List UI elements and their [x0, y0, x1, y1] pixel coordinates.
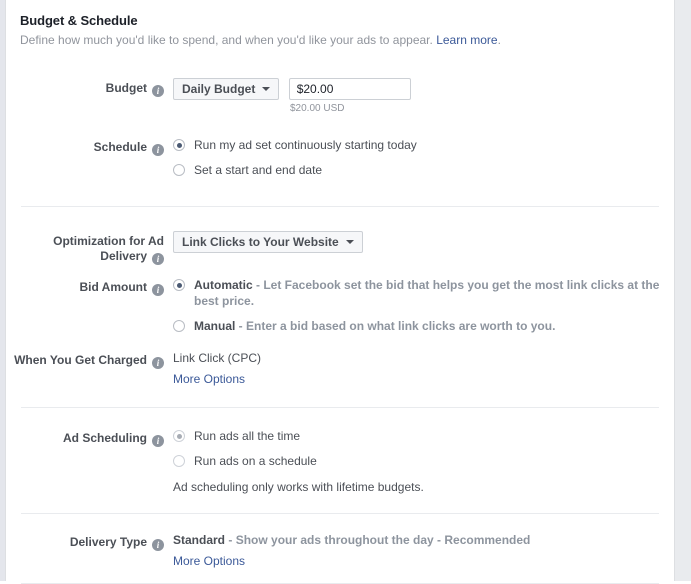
optimization-select-value: Link Clicks to Your Website — [182, 235, 339, 249]
schedule-option-start-end[interactable]: Set a start and end date — [173, 162, 674, 178]
bid-option-name: Automatic — [194, 278, 253, 292]
when-charged-value: Link Click (CPC) — [173, 351, 262, 365]
budget-label: Budget i — [6, 78, 164, 97]
optimization-label-line2: Delivery — [100, 249, 147, 263]
right-rail-border — [674, 0, 675, 581]
panel-content: Budget & Schedule Define how much you'd … — [6, 0, 674, 584]
bid-amount-field: Automatic - Let Facebook set the bid tha… — [164, 277, 674, 334]
bid-option-description: Let Facebook set the bid that helps you … — [194, 278, 660, 308]
info-icon[interactable]: i — [152, 253, 164, 265]
when-charged-label-text: When You Get Charged — [14, 353, 147, 367]
page-subtitle: Define how much you'd like to spend, and… — [20, 33, 674, 48]
schedule-label-text: Schedule — [93, 140, 147, 154]
optimization-select[interactable]: Link Clicks to Your Website — [173, 231, 363, 253]
schedule-row: Schedule i Run my ad set continuously sta… — [6, 137, 674, 178]
ad-scheduling-option-all-time[interactable]: Run ads all the time — [173, 428, 674, 444]
optimization-label-line1: Optimization for Ad — [53, 234, 164, 248]
ad-scheduling-option-schedule[interactable]: Run ads on a schedule — [173, 453, 674, 469]
when-charged-label: When You Get Charged i — [6, 350, 164, 369]
bid-amount-label: Bid Amount i — [6, 277, 164, 296]
ad-scheduling-option-label: Run ads all the time — [194, 429, 301, 443]
bid-option-manual[interactable]: Manual - Enter a bid based on what link … — [173, 318, 674, 334]
page-title: Budget & Schedule — [20, 13, 138, 28]
chevron-down-icon — [262, 87, 271, 91]
schedule-label: Schedule i — [6, 137, 164, 156]
delivery-type-separator: - — [225, 533, 236, 547]
schedule-option-label: Set a start and end date — [194, 163, 323, 177]
delivery-type-value: Standard - Show your ads throughout the … — [173, 532, 674, 548]
budget-helper-text: $20.00 USD — [290, 103, 345, 114]
budget-type-select[interactable]: Daily Budget — [173, 78, 280, 100]
delivery-type-row: Delivery Type i Standard - Show your ads … — [6, 532, 674, 569]
page-subtitle-period: . — [497, 33, 501, 47]
bid-option-separator: - — [252, 278, 264, 292]
delivery-type-more-options-link[interactable]: More Options — [173, 553, 245, 569]
radio-button[interactable] — [173, 164, 185, 176]
schedule-option-label: Run my ad set continuously starting toda… — [194, 138, 417, 152]
budget-schedule-panel: Budget & Schedule Define how much you'd … — [0, 0, 691, 584]
ad-scheduling-option-label: Run ads on a schedule — [194, 454, 317, 468]
ad-scheduling-label-text: Ad Scheduling — [63, 431, 147, 445]
budget-amount-input[interactable] — [288, 78, 411, 100]
info-icon[interactable]: i — [152, 357, 164, 369]
ad-scheduling-row: Ad Scheduling i Run ads all the time Run … — [6, 428, 674, 495]
budget-type-select-value: Daily Budget — [182, 82, 256, 96]
bid-option-separator: - — [235, 319, 247, 333]
info-icon[interactable]: i — [152, 85, 164, 97]
ad-scheduling-field: Run ads all the time Run ads on a schedu… — [164, 428, 674, 495]
info-icon[interactable]: i — [152, 144, 164, 156]
ad-scheduling-label: Ad Scheduling i — [6, 428, 164, 447]
when-charged-row: When You Get Charged i Link Click (CPC) M… — [6, 350, 674, 387]
delivery-type-description: Show your ads throughout the day - Recom… — [235, 533, 531, 547]
bid-option-description: Enter a bid based on what link clicks ar… — [246, 319, 556, 333]
schedule-field: Run my ad set continuously starting toda… — [164, 137, 674, 178]
optimization-label: Optimization for Ad Delivery i — [6, 231, 164, 265]
chevron-down-icon — [345, 240, 354, 244]
budget-row: Budgeti Daily Budget $20.00 USD — [6, 78, 674, 115]
bid-amount-row: Bid Amount i Automatic - Let Facebook set… — [6, 277, 674, 334]
radio-button[interactable] — [173, 279, 185, 291]
budget-label-text: Budget — [105, 81, 147, 95]
info-icon[interactable]: i — [152, 284, 164, 296]
delivery-type-label-text: Delivery Type — [69, 535, 147, 549]
delivery-type-field: Standard - Show your ads throughout the … — [164, 532, 674, 569]
panel-header: Budget & Schedule Define how much you'd … — [6, 0, 674, 48]
bid-option-label: Manual - Enter a bid based on what link … — [194, 318, 555, 334]
when-charged-more-options-link[interactable]: More Options — [173, 371, 245, 387]
info-icon[interactable]: i — [152, 539, 164, 551]
bid-amount-label-text: Bid Amount — [79, 280, 147, 294]
radio-button[interactable] — [173, 455, 185, 467]
page-subtitle-text: Define how much you'd like to spend, and… — [20, 33, 433, 47]
bid-option-label: Automatic - Let Facebook set the bid tha… — [194, 277, 674, 309]
learn-more-link[interactable]: Learn more — [436, 33, 497, 47]
delivery-type-label: Delivery Type i — [6, 532, 164, 551]
radio-button[interactable] — [173, 430, 185, 442]
info-icon[interactable]: i — [152, 435, 164, 447]
right-rail — [675, 0, 691, 581]
radio-button[interactable] — [173, 139, 185, 151]
bid-option-automatic[interactable]: Automatic - Let Facebook set the bid tha… — [173, 277, 674, 309]
radio-button[interactable] — [173, 320, 185, 332]
bid-option-name: Manual — [194, 319, 236, 333]
optimization-row: Optimization for Ad Delivery i Link Click… — [6, 231, 674, 265]
when-charged-field: Link Click (CPC) More Options — [164, 350, 674, 387]
optimization-field: Link Clicks to Your Website — [164, 231, 674, 253]
ad-scheduling-note: Ad scheduling only works with lifetime b… — [173, 480, 424, 494]
schedule-option-continuous[interactable]: Run my ad set continuously starting toda… — [173, 137, 674, 153]
delivery-type-value-name: Standard — [173, 533, 226, 547]
budget-field: Daily Budget $20.00 USD — [164, 78, 674, 115]
